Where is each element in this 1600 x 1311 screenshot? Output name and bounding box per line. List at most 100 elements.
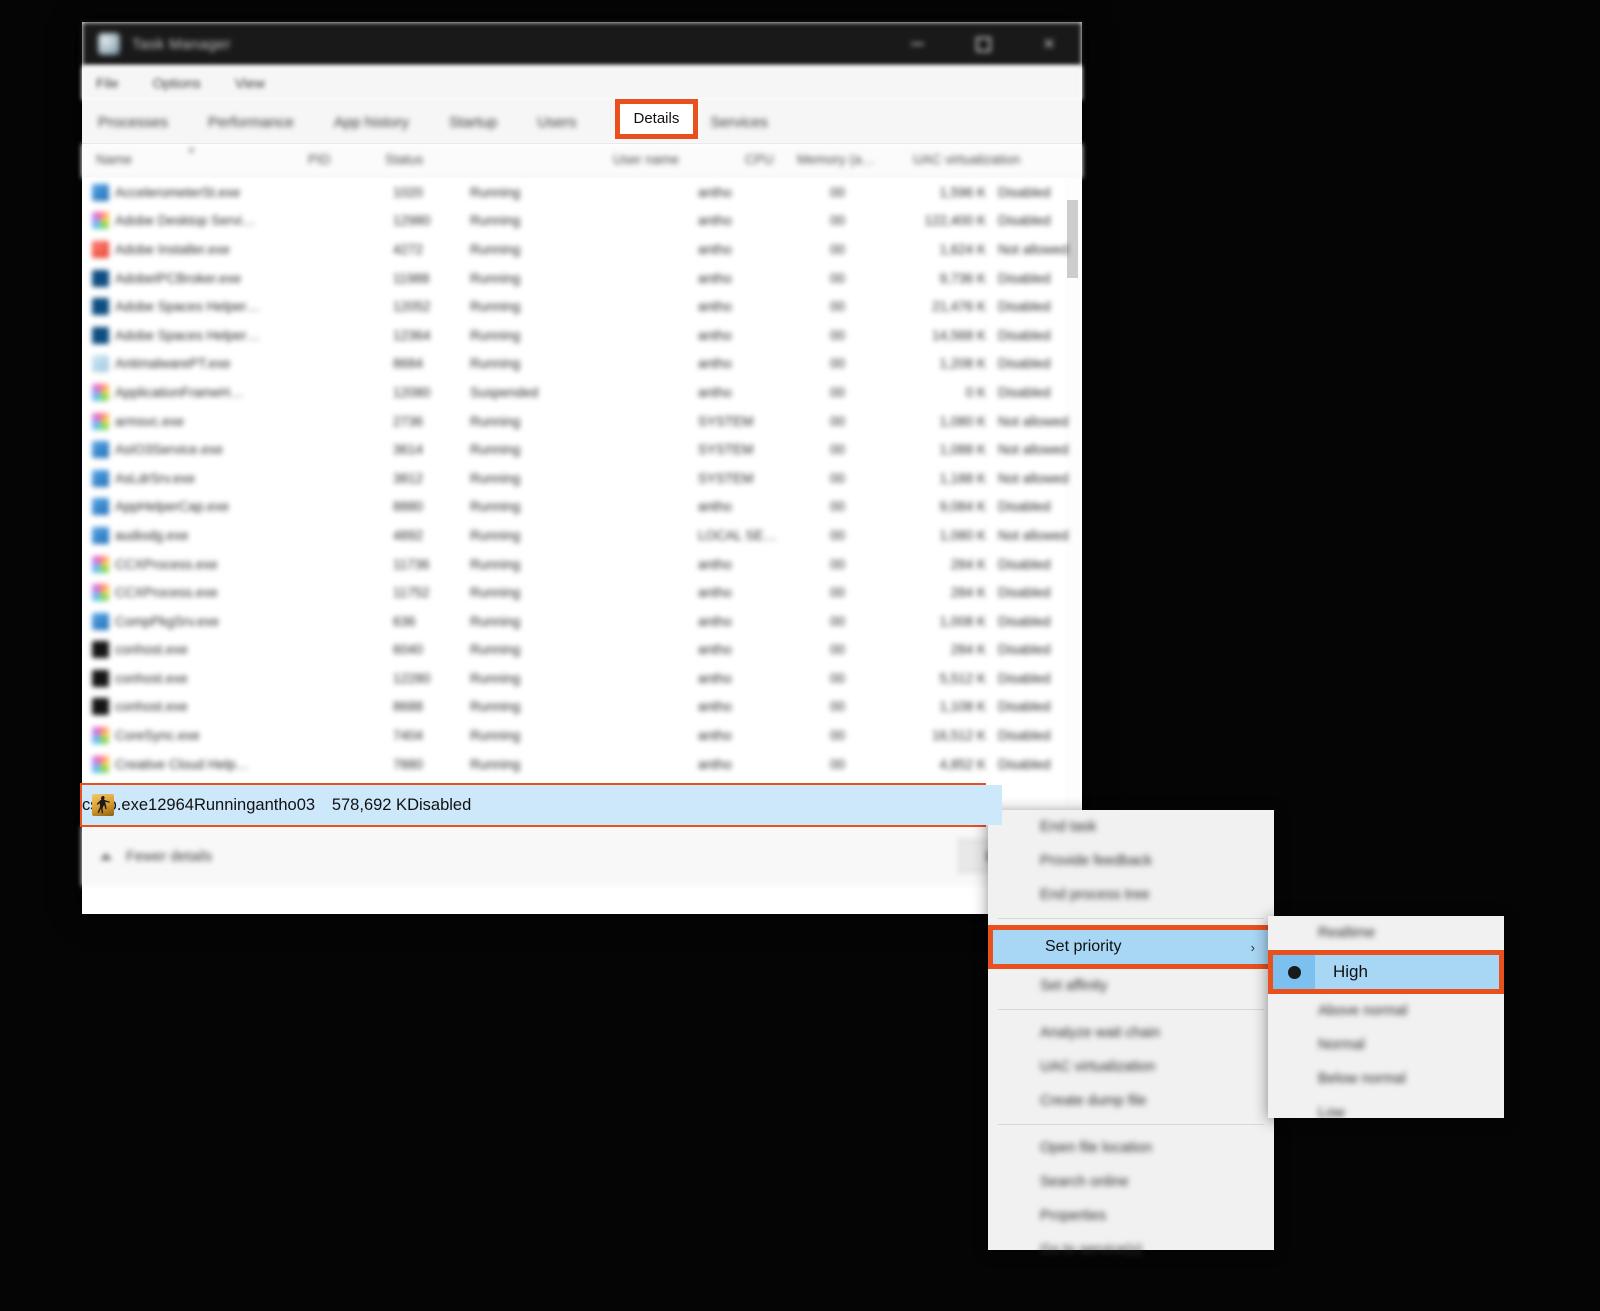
tab-app-history[interactable]: App history: [332, 114, 429, 143]
cell-name: audiodg.exe: [115, 527, 189, 543]
context-menu-item[interactable]: UAC virtualization: [988, 1050, 1274, 1084]
priority-menu-item[interactable]: Realtime: [1268, 916, 1504, 950]
priority-menu-item[interactable]: Normal: [1268, 1028, 1504, 1062]
column-header-status[interactable]: Status: [385, 152, 423, 167]
tab-details[interactable]: Details: [614, 99, 699, 139]
cell-uac: Not allowed: [998, 470, 1069, 486]
window-titlebar[interactable]: Task Manager ✕: [82, 22, 1082, 66]
column-header-pid[interactable]: PID: [308, 152, 331, 167]
tab-processes[interactable]: Processes: [96, 114, 188, 143]
context-menu-item-label: Search online: [1040, 1174, 1129, 1190]
table-row[interactable]: AdobeIPCBroker.exe 11988 Running antho 00 9,7…: [82, 264, 1082, 293]
context-menu-item-label: Set affinity: [1040, 978, 1108, 994]
context-menu-item[interactable]: Provide feedback: [988, 844, 1274, 878]
table-row[interactable]: AsIO3Service.exe 3614 Running SYSTEM 00 1,088…: [82, 435, 1082, 464]
priority-menu-item[interactable]: High: [1268, 950, 1504, 994]
priority-menu-item-label: Low: [1318, 1105, 1345, 1121]
cell-status: Running: [470, 585, 521, 601]
tab-performance[interactable]: Performance: [206, 114, 314, 143]
cell-user: antho: [255, 795, 297, 814]
process-icon: [92, 469, 109, 487]
column-header-name[interactable]: Name: [96, 152, 132, 167]
cell-uac: Disabled: [998, 184, 1051, 200]
process-context-menu[interactable]: End task Provide feedback End process tree…: [988, 810, 1274, 1258]
context-menu-item[interactable]: Create dump file: [988, 1084, 1274, 1118]
table-row[interactable]: CCXProcess.exe 11752 Running antho 00 284 K Di…: [82, 578, 1082, 607]
table-row[interactable]: CoreSync.exe 7404 Running antho 00 16,512 K Di…: [82, 721, 1082, 750]
set-priority-submenu[interactable]: Realtime High Above normal Normal Below norm…: [1268, 916, 1504, 1121]
column-header-user[interactable]: User name: [613, 152, 679, 167]
column-header-memory[interactable]: Memory (a…: [797, 152, 875, 167]
cell-status: Running: [470, 213, 521, 229]
context-menu-item[interactable]: Set affinity: [988, 969, 1274, 1003]
context-menu-item-label: End process tree: [1040, 887, 1150, 903]
cell-status: Running: [193, 795, 256, 814]
cell-cpu: 00: [830, 413, 846, 429]
table-row[interactable]: AntimalwarePT.exe 8684 Running antho 00 1,208…: [82, 350, 1082, 379]
fewer-details-label[interactable]: Fewer details: [126, 849, 212, 865]
context-menu-item-label: Create dump file: [1040, 1093, 1147, 1109]
table-row[interactable]: AccelerometerSt.exe 1020 Running antho 00 1,5…: [82, 178, 1082, 207]
menu-separator: [998, 918, 1264, 919]
table-row[interactable]: Adobe Installer.exe 4272 Running antho 00 1,6…: [82, 235, 1082, 264]
context-menu-item[interactable]: End process tree: [988, 878, 1274, 912]
table-row[interactable]: Adobe Desktop Servi… 12980 Running antho 00 1…: [82, 207, 1082, 236]
context-menu-item[interactable]: End task: [988, 810, 1274, 844]
cell-cpu: 00: [830, 470, 846, 486]
priority-menu-item[interactable]: Above normal: [1268, 994, 1504, 1028]
context-menu-item[interactable]: Search online: [988, 1165, 1274, 1199]
maximize-button[interactable]: [950, 22, 1016, 66]
tab-services[interactable]: Services: [708, 114, 788, 143]
table-row[interactable]: Adobe Spaces Helper… 12052 Running antho 00 2…: [82, 292, 1082, 321]
table-row[interactable]: conhost.exe 12280 Running antho 00 5,512 K Dis…: [82, 664, 1082, 693]
table-row-csgo[interactable]: csgo.exe 12964 Running antho 03 578,692 …: [82, 785, 1002, 825]
table-row[interactable]: Adobe Spaces Helper… 12364 Running antho 00 1…: [82, 321, 1082, 350]
priority-menu-item-label: High: [1333, 962, 1368, 981]
tab-startup[interactable]: Startup: [447, 114, 517, 143]
priority-menu-item[interactable]: Below normal: [1268, 1062, 1504, 1096]
table-row[interactable]: CCXProcess.exe 11736 Running antho 00 284 K Di…: [82, 550, 1082, 579]
close-button[interactable]: ✕: [1016, 22, 1082, 66]
table-row[interactable]: AppHelperCap.exe 8880 Running antho 00 9,084 …: [82, 493, 1082, 522]
context-menu-item[interactable]: Go to service(s): [988, 1233, 1274, 1267]
table-row[interactable]: conhost.exe 8688 Running antho 00 1,108 K Disa…: [82, 693, 1082, 722]
cell-memory: 1,624 K: [939, 241, 986, 257]
minimize-icon: [910, 43, 924, 45]
tab-users[interactable]: Users: [535, 114, 596, 143]
minimize-button[interactable]: [884, 22, 950, 66]
cell-name: CompPkgSrv.exe: [115, 613, 220, 629]
cell-pid: 8880: [393, 499, 424, 515]
context-menu-item[interactable]: Open file location: [988, 1131, 1274, 1165]
menu-view[interactable]: View: [235, 75, 265, 91]
cell-cpu: 00: [830, 184, 846, 200]
process-icon: [92, 183, 109, 201]
table-row[interactable]: Creative Cloud Help… 7880 Running antho 00 4,…: [82, 750, 1082, 779]
table-row[interactable]: ApplicationFrameH… 12080 Suspended antho 00 0…: [82, 378, 1082, 407]
column-header-cpu[interactable]: CPU: [745, 152, 774, 167]
process-list[interactable]: AccelerometerSt.exe 1020 Running antho 00 1,5…: [82, 178, 1082, 826]
cell-pid: 8688: [393, 699, 424, 715]
priority-menu-item[interactable]: Low: [1268, 1096, 1504, 1130]
task-manager-window: Task Manager ✕ File Options View Process…: [82, 22, 1082, 914]
cell-name: AdobeIPCBroker.exe: [115, 270, 242, 286]
cell-memory: 1,088 K: [939, 442, 986, 458]
cell-pid: 636: [393, 613, 416, 629]
cell-name: Adobe Spaces Helper…: [115, 327, 260, 343]
context-menu-item[interactable]: Set priority ›: [988, 925, 1274, 969]
menu-file[interactable]: File: [96, 75, 119, 91]
table-row[interactable]: audiodg.exe 4892 Running LOCAL SE… 00 1,080 K…: [82, 521, 1082, 550]
menu-options[interactable]: Options: [153, 75, 201, 91]
cell-memory: 16,512 K: [931, 728, 986, 744]
process-icon: [92, 441, 109, 459]
context-menu-item[interactable]: Analyze wait chain: [988, 1016, 1274, 1050]
table-row[interactable]: conhost.exe 6040 Running antho 00 284 K Disabl…: [82, 636, 1082, 665]
table-row[interactable]: AsLdrSrv.exe 3812 Running SYSTEM 00 1,188 K No…: [82, 464, 1082, 493]
context-menu-item[interactable]: Properties: [988, 1199, 1274, 1233]
table-row[interactable]: armsvc.exe 2736 Running SYSTEM 00 1,080 K Not …: [82, 407, 1082, 436]
column-header-uac[interactable]: UAC virtualization: [913, 152, 1020, 167]
table-row[interactable]: CompPkgSrv.exe 636 Running antho 00 1,008 K Di…: [82, 607, 1082, 636]
cell-uac: Disabled: [998, 728, 1051, 744]
tab-strip: Processes Performance App history Startu…: [82, 99, 1082, 144]
cell-cpu: 00: [830, 699, 846, 715]
cell-name: AsIO3Service.exe: [115, 442, 224, 458]
